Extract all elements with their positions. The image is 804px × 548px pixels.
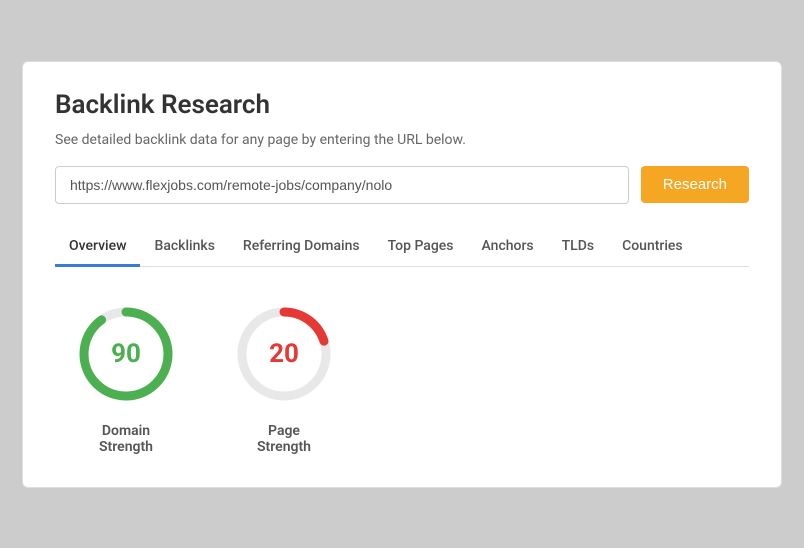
domain-strength-chart: 90 <box>71 299 181 409</box>
main-card: Backlink Research See detailed backlink … <box>22 61 782 488</box>
url-input[interactable] <box>55 166 629 204</box>
tab-backlinks[interactable]: Backlinks <box>140 228 228 267</box>
tab-tlds[interactable]: TLDs <box>548 228 608 267</box>
domain-strength-value: 90 <box>111 339 141 369</box>
url-row: Research <box>55 166 749 204</box>
page-title: Backlink Research <box>55 90 749 120</box>
research-button[interactable]: Research <box>641 166 749 203</box>
tab-overview[interactable]: Overview <box>55 228 140 267</box>
tab-top-pages[interactable]: Top Pages <box>374 228 468 267</box>
domain-strength-metric: 90 DomainStrength <box>71 299 181 455</box>
tab-anchors[interactable]: Anchors <box>468 228 548 267</box>
page-strength-metric: 20 PageStrength <box>229 299 339 455</box>
page-strength-label: PageStrength <box>257 423 311 455</box>
page-strength-chart: 20 <box>229 299 339 409</box>
tab-referring-domains[interactable]: Referring Domains <box>229 228 374 267</box>
page-strength-value: 20 <box>269 339 299 369</box>
metrics-section: 90 DomainStrength 20 PageStrength <box>55 299 749 455</box>
page-subtitle: See detailed backlink data for any page … <box>55 132 749 148</box>
tab-countries[interactable]: Countries <box>608 228 697 267</box>
tabs-nav: Overview Backlinks Referring Domains Top… <box>55 228 749 267</box>
domain-strength-label: DomainStrength <box>99 423 153 455</box>
